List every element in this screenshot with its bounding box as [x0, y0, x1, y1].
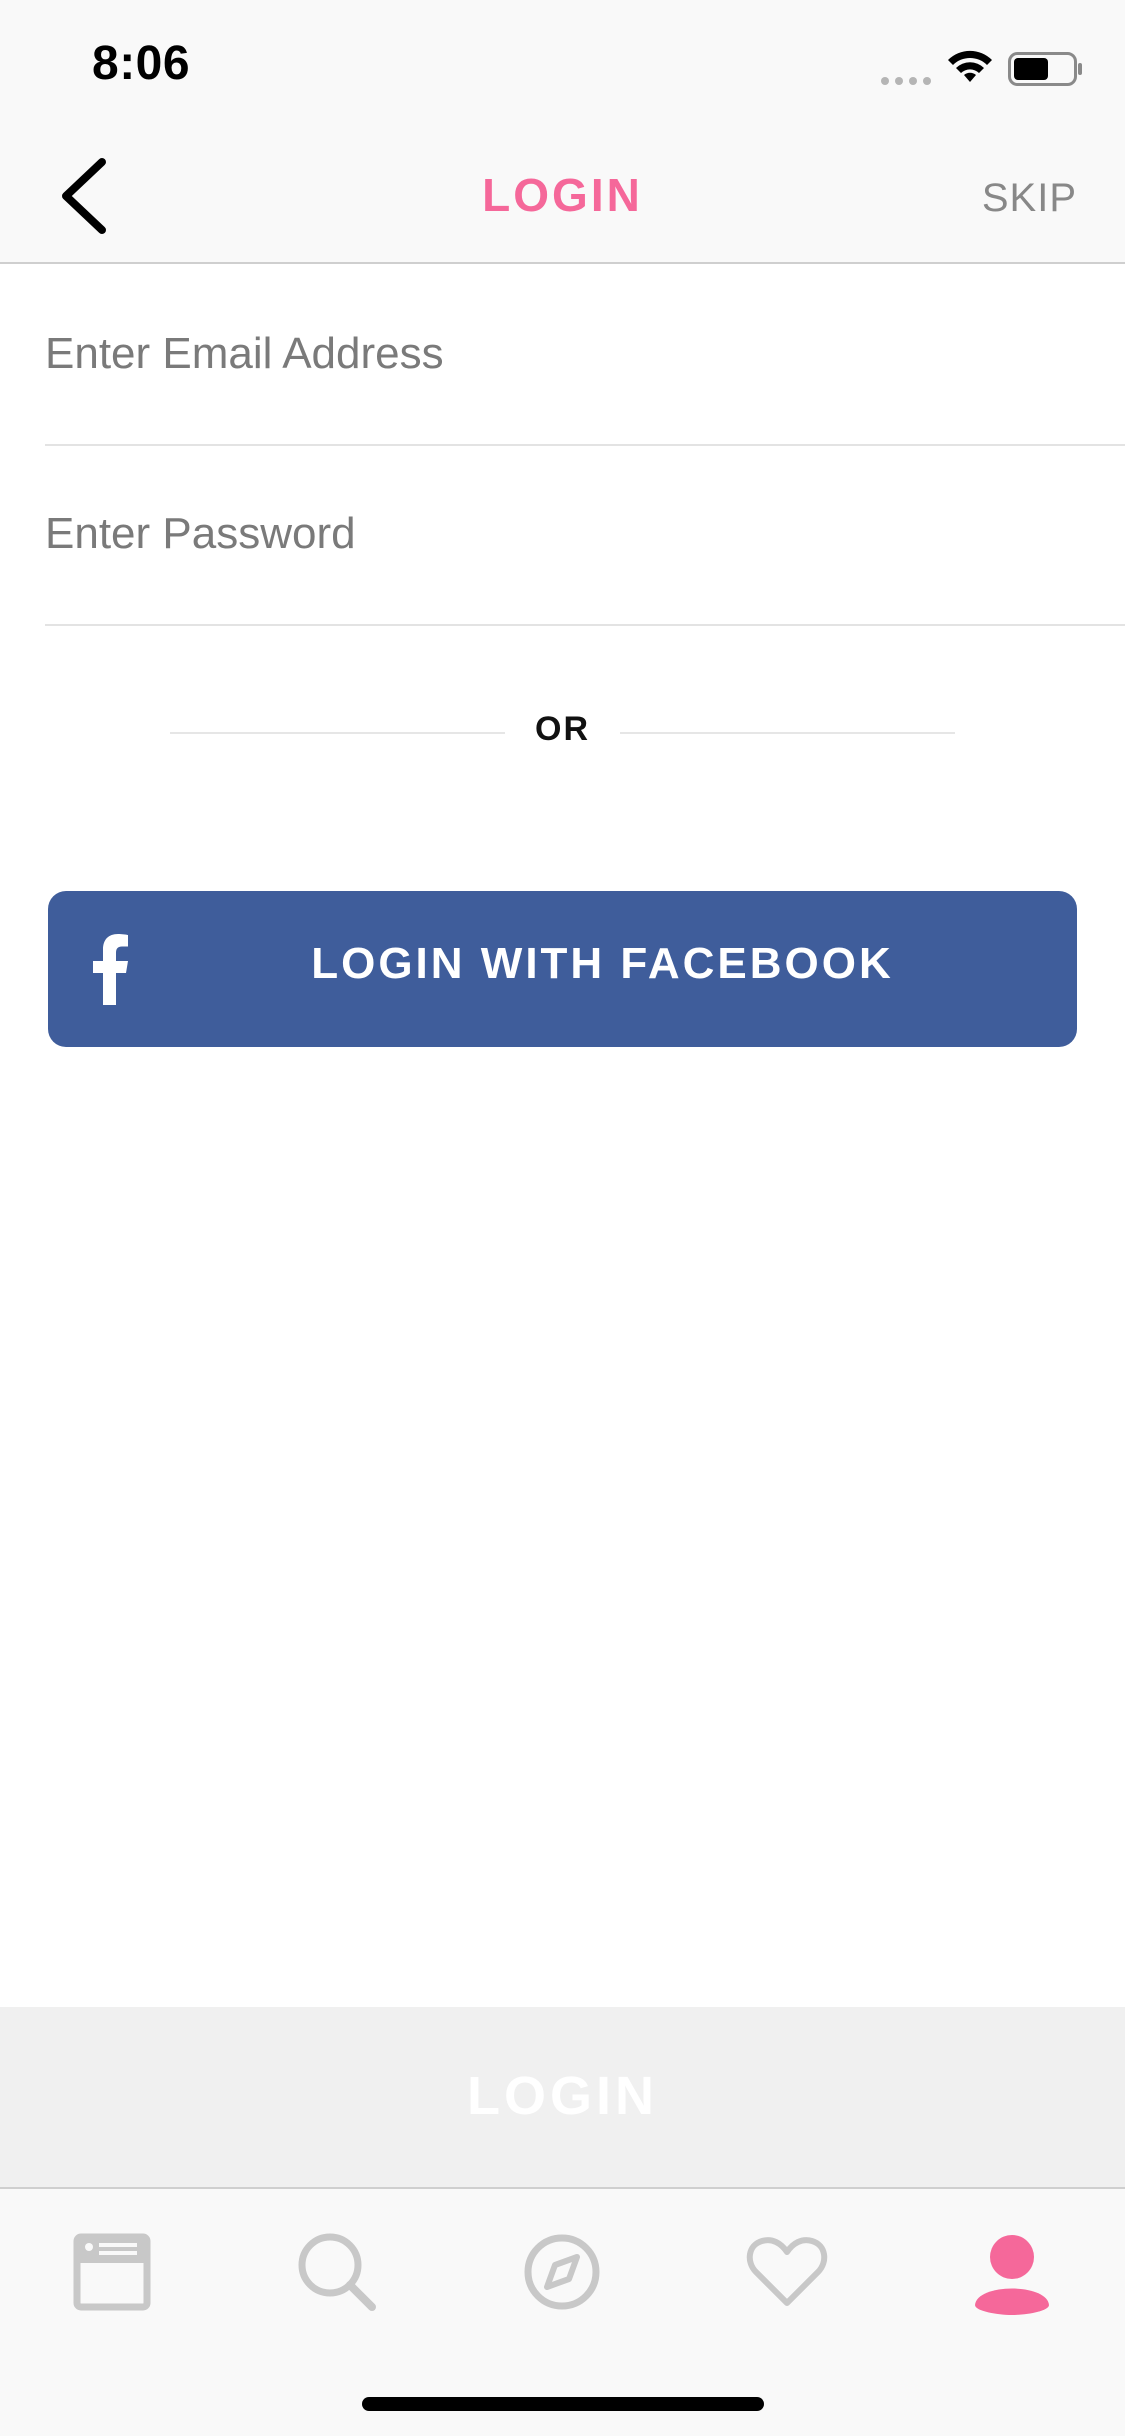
login-with-facebook-button[interactable]: LOGIN WITH FACEBOOK	[48, 891, 1077, 1047]
or-divider: OR	[0, 700, 1125, 760]
login-screen: 8:06 LOGIN SKIP Enter Email Address OR L…	[0, 0, 1125, 2436]
navigation-bar: LOGIN SKIP	[0, 132, 1125, 264]
facebook-icon	[93, 934, 128, 1005]
login-submit-button[interactable]: LOGIN	[0, 2007, 1125, 2187]
search-icon	[298, 2233, 376, 2311]
tab-explore[interactable]	[517, 2227, 607, 2317]
skip-button[interactable]: SKIP	[982, 176, 1077, 221]
or-label: OR	[535, 710, 590, 748]
profile-icon	[975, 2235, 1049, 2315]
compass-icon	[524, 2234, 600, 2310]
password-field-container	[45, 446, 1125, 626]
status-bar: 8:06	[0, 0, 1125, 132]
cellular-signal-icon	[881, 77, 931, 85]
status-time: 8:06	[92, 37, 191, 90]
facebook-button-label: LOGIN WITH FACEBOOK	[311, 939, 894, 988]
page-title: LOGIN	[482, 169, 643, 221]
password-field[interactable]	[45, 446, 1045, 622]
home-indicator	[362, 2397, 764, 2411]
login-submit-label: LOGIN	[467, 2066, 658, 2126]
divider-line-right	[620, 732, 955, 734]
heart-icon	[746, 2237, 828, 2306]
wifi-icon	[948, 50, 992, 82]
tab-news[interactable]	[67, 2227, 157, 2317]
email-field-container	[45, 266, 1125, 446]
news-card-icon	[73, 2233, 151, 2311]
email-field[interactable]	[45, 266, 1045, 442]
battery-icon	[1008, 52, 1082, 86]
tab-profile[interactable]	[967, 2227, 1057, 2317]
tab-search[interactable]	[292, 2227, 382, 2317]
tab-favorites[interactable]	[742, 2227, 832, 2317]
